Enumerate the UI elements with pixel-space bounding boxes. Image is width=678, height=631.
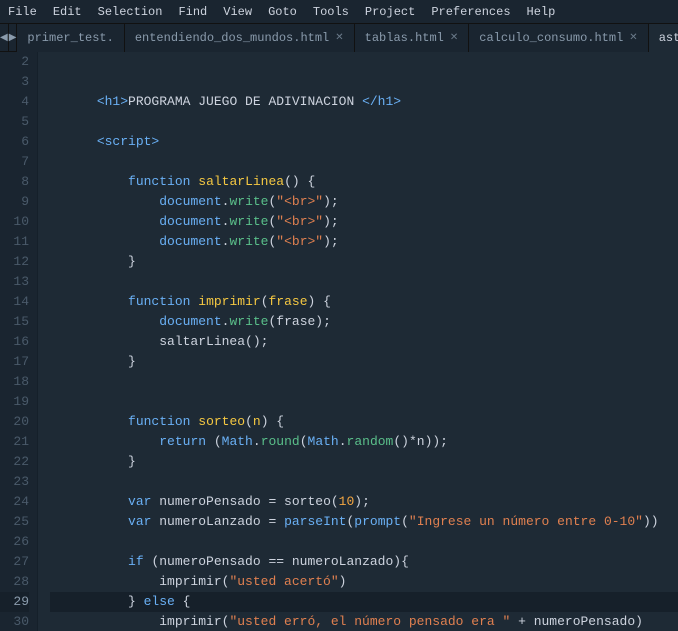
menu-help[interactable]: Help	[519, 2, 564, 22]
code-line-13: function imprimir(frase) {	[50, 272, 678, 292]
tab-entendiendo[interactable]: entendiendo_dos_mundos.html ✕	[125, 24, 355, 52]
tab-asteriscos[interactable]: asteriscos.html ✕	[649, 24, 678, 52]
tab-label: calculo_consumo.html	[479, 31, 623, 45]
menu-tools[interactable]: Tools	[305, 2, 357, 22]
code-line-3: <h1>PROGRAMA JUEGO DE ADIVINACION </h1>	[50, 72, 678, 92]
menubar: File Edit Selection Find View Goto Tools…	[0, 0, 678, 24]
line-numbers: 2 3 4 5 6 7 8 9 10 11 12 13 14 15 16 17 …	[0, 52, 38, 631]
code-line-19: function sorteo(n) {	[50, 392, 678, 412]
tab-close-entendiendo[interactable]: ✕	[335, 32, 343, 44]
menu-find[interactable]: Find	[170, 2, 215, 22]
menu-view[interactable]: View	[215, 2, 260, 22]
menu-goto[interactable]: Goto	[260, 2, 305, 22]
tab-tablas[interactable]: tablas.html ✕	[355, 24, 470, 52]
tab-label: primer_test.	[27, 31, 113, 45]
tab-label: entendiendo_dos_mundos.html	[135, 31, 329, 45]
code-line-2	[50, 52, 678, 72]
code-line-23: var numeroPensado = sorteo(10);	[50, 472, 678, 492]
code-line-12	[50, 252, 678, 272]
code-line-22	[50, 452, 678, 472]
code-line-18	[50, 372, 678, 392]
tab-close-tablas[interactable]: ✕	[450, 32, 458, 44]
code-area[interactable]: <h1>PROGRAMA JUEGO DE ADIVINACION </h1> …	[38, 52, 678, 631]
code-line-5: <script>	[50, 112, 678, 132]
tab-calculo[interactable]: calculo_consumo.html ✕	[469, 24, 648, 52]
menu-file[interactable]: File	[0, 2, 45, 22]
editor: 2 3 4 5 6 7 8 9 10 11 12 13 14 15 16 17 …	[0, 52, 678, 631]
menu-preferences[interactable]: Preferences	[423, 2, 518, 22]
tab-nav-prev[interactable]: ◀	[0, 24, 9, 52]
menu-selection[interactable]: Selection	[90, 2, 171, 22]
code-line-26: if (numeroPensado == numeroLanzado){	[50, 532, 678, 552]
code-line-17	[50, 352, 678, 372]
code-line-7: function saltarLinea() {	[50, 152, 678, 172]
tab-primer-test[interactable]: primer_test.	[17, 24, 124, 52]
menu-project[interactable]: Project	[357, 2, 423, 22]
tab-nav-next[interactable]: ▶	[9, 24, 18, 52]
tab-label: asteriscos.html	[659, 31, 678, 45]
menu-edit[interactable]: Edit	[45, 2, 90, 22]
tab-close-calculo[interactable]: ✕	[629, 32, 637, 44]
tabbar: ◀ ▶ primer_test. entendiendo_dos_mundos.…	[0, 24, 678, 52]
tab-label: tablas.html	[365, 31, 444, 45]
